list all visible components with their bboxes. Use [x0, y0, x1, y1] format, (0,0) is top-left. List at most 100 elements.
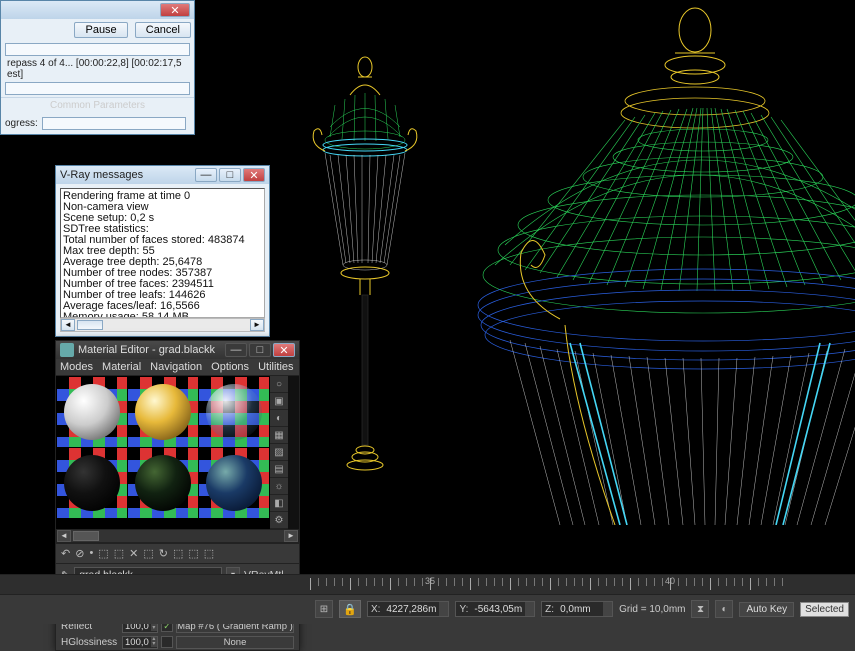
sample-option-button-1[interactable]: ▣	[270, 393, 288, 410]
material-slot-5[interactable]	[128, 448, 198, 518]
timeline-tick	[398, 578, 399, 586]
scroll-left-icon[interactable]: ◄	[57, 530, 71, 542]
timeline-tick	[422, 578, 423, 586]
snap-toggle-icon[interactable]: ⊞	[315, 600, 333, 618]
sample-option-button-3[interactable]: ▦	[270, 427, 288, 444]
timeline-tick	[630, 578, 631, 590]
sample-option-button-7[interactable]: ◧	[270, 495, 288, 512]
cancel-button[interactable]: Cancel	[135, 22, 191, 38]
horizontal-scrollbar[interactable]: ◄ ►	[60, 318, 265, 332]
param-checkbox[interactable]	[161, 636, 173, 648]
vray-messages-window[interactable]: V-Ray messages — □ ✕ Rendering frame at …	[55, 165, 270, 337]
material-tool-button-1[interactable]: ⊘	[75, 547, 84, 560]
timeline-tick	[750, 578, 751, 590]
maximize-icon[interactable]: □	[219, 168, 241, 182]
material-tool-button-10[interactable]: ⬚	[204, 547, 214, 560]
app-icon	[60, 343, 74, 357]
timeline-tick	[414, 578, 415, 586]
minimize-icon[interactable]: —	[195, 168, 217, 182]
param-spinner[interactable]: 100,0▴▾	[122, 636, 158, 649]
timeline-tick	[718, 578, 719, 586]
timeline-tick	[694, 578, 695, 586]
timeline-tick	[598, 578, 599, 586]
timeline-tick	[358, 578, 359, 586]
timeline-tick	[518, 578, 519, 586]
timeline-tick	[542, 578, 543, 586]
timeline-tick	[606, 578, 607, 586]
material-slot-2[interactable]	[128, 377, 198, 447]
sample-option-button-5[interactable]: ▤	[270, 461, 288, 478]
material-tool-button-0[interactable]: ↶	[61, 547, 70, 560]
timeline-frame-label: 35	[425, 576, 435, 586]
timeline-tick	[766, 578, 767, 586]
selection-lock-icon[interactable]: 🔒	[339, 600, 361, 618]
menu-item-options[interactable]: Options	[211, 361, 249, 373]
timeline-tick	[558, 578, 559, 586]
timeline-tick	[678, 578, 679, 586]
timeline-tick	[582, 578, 583, 586]
material-slots-scrollbar[interactable]: ◄ ►	[56, 529, 299, 543]
timeline-tick	[662, 578, 663, 586]
scroll-right-icon[interactable]: ►	[284, 530, 298, 542]
timeline-tick	[390, 578, 391, 590]
material-slot-3[interactable]	[199, 377, 269, 447]
vray-messages-log[interactable]: Rendering frame at time 0Non-camera view…	[60, 188, 265, 318]
menu-item-material[interactable]: Material	[102, 361, 141, 373]
material-slot-6[interactable]	[199, 448, 269, 518]
timeline-tick	[342, 578, 343, 586]
menu-item-navigation[interactable]: Navigation	[150, 361, 202, 373]
material-side-toolbar[interactable]: ○▣◐▦▨▤☼◧⚙	[270, 376, 288, 529]
material-tool-button-5[interactable]: ✕	[129, 547, 138, 560]
sample-option-button-6[interactable]: ☼	[270, 478, 288, 495]
minimize-icon[interactable]: —	[225, 343, 247, 357]
sample-option-button-0[interactable]: ○	[270, 376, 288, 393]
material-tool-button-7[interactable]: ↻	[159, 547, 168, 560]
menu-item-modes[interactable]: Modes	[60, 361, 93, 373]
material-tool-button-3[interactable]: ⬚	[98, 547, 108, 560]
key-filter-selected[interactable]: Selected	[800, 602, 849, 617]
common-parameters-header[interactable]: Common Parameters	[1, 97, 194, 113]
timeline[interactable]: 354045	[0, 575, 855, 595]
sample-option-button-4[interactable]: ▨	[270, 444, 288, 461]
timeline-tick	[494, 578, 495, 586]
render-status-text: repass 4 of 4... [00:00:22,8] [00:02:17,…	[1, 58, 194, 80]
material-editor-title: Material Editor - grad.blackk	[78, 344, 225, 356]
menu-item-utilities[interactable]: Utilities	[258, 361, 293, 373]
coord-z-field[interactable]: Z: 0,0mm	[541, 601, 613, 617]
coord-y-field[interactable]: Y: -5643,05m	[455, 601, 535, 617]
scroll-thumb[interactable]	[77, 320, 103, 330]
material-slot-4[interactable]	[57, 448, 127, 518]
timeline-tick	[638, 578, 639, 586]
coord-x-field[interactable]: X: 4227,286m	[367, 601, 450, 617]
material-tool-button-4[interactable]: ⬚	[114, 547, 124, 560]
material-toolbar[interactable]: ↶ ⊘ • ⬚ ⬚ ✕ ⬚ ↻ ⬚ ⬚ ⬚	[56, 543, 299, 564]
material-tool-button-2[interactable]: •	[89, 547, 93, 560]
close-icon[interactable]: ✕	[243, 168, 265, 182]
timeline-tick	[782, 578, 783, 586]
material-editor-menubar[interactable]: Modes Material Navigation Options Utilities	[56, 359, 299, 376]
scroll-right-icon[interactable]: ►	[250, 319, 264, 331]
vray-messages-titlebar[interactable]: V-Ray messages — □ ✕	[56, 166, 269, 184]
scroll-left-icon[interactable]: ◄	[61, 319, 75, 331]
param-map-button[interactable]: None	[176, 636, 294, 649]
sample-option-button-2[interactable]: ◐	[270, 410, 288, 427]
sample-option-button-8[interactable]: ⚙	[270, 512, 288, 529]
close-icon[interactable]: ✕	[273, 343, 295, 357]
keymode-icon[interactable]: ◐	[715, 600, 733, 618]
material-sample-area: ○▣◐▦▨▤☼◧⚙	[56, 376, 299, 529]
render-progress-dialog[interactable]: ✕ Pause Cancel repass 4 of 4... [00:00:2…	[0, 0, 195, 135]
scroll-thumb[interactable]	[73, 531, 99, 541]
material-tool-button-8[interactable]: ⬚	[173, 547, 183, 560]
autokey-button[interactable]: Auto Key	[739, 602, 794, 617]
timeconfig-icon[interactable]: ⧗	[691, 600, 709, 618]
material-tool-button-6[interactable]: ⬚	[143, 547, 153, 560]
material-editor-titlebar[interactable]: Material Editor - grad.blackk — □ ✕	[56, 341, 299, 359]
close-icon[interactable]: ✕	[160, 3, 190, 17]
pause-button[interactable]: Pause	[74, 22, 127, 38]
maximize-icon[interactable]: □	[249, 343, 271, 357]
timeline-tick	[534, 578, 535, 586]
timeline-tick	[446, 578, 447, 586]
material-slot-1[interactable]	[57, 377, 127, 447]
material-tool-button-9[interactable]: ⬚	[188, 547, 198, 560]
timeline-tick	[406, 578, 407, 586]
